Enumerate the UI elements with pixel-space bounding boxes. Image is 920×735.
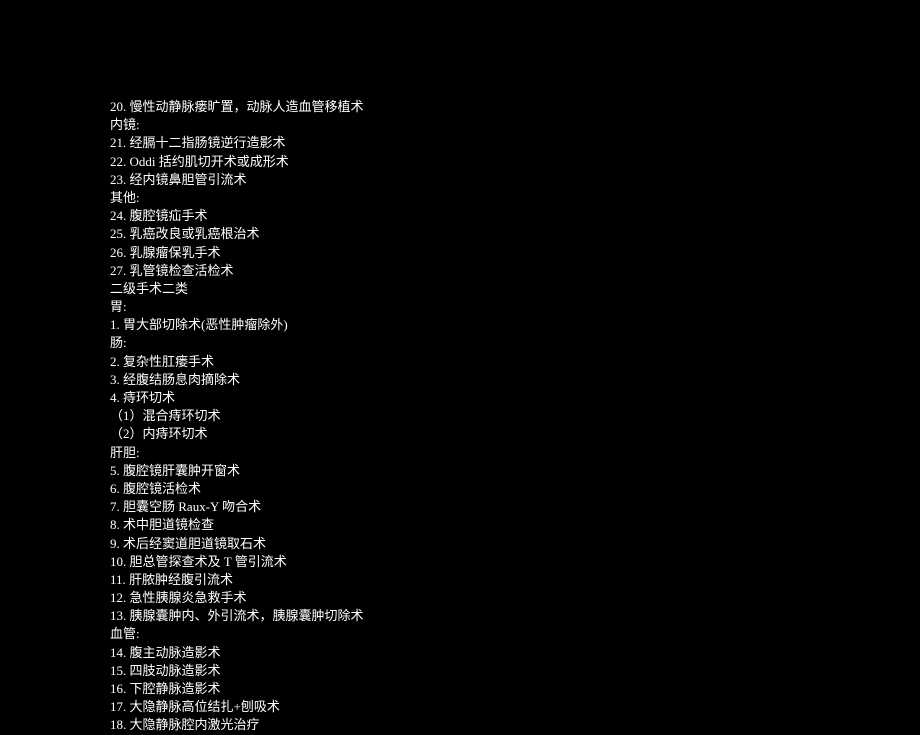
text-line: 11. 肝脓肿经腹引流术 bbox=[110, 571, 920, 589]
text-line: 肠: bbox=[110, 334, 920, 352]
text-line: （1）混合痔环切术 bbox=[110, 407, 920, 425]
text-line: 16. 下腔静脉造影术 bbox=[110, 680, 920, 698]
text-line: 23. 经内镜鼻胆管引流术 bbox=[110, 171, 920, 189]
text-line: 10. 胆总管探查术及 T 管引流术 bbox=[110, 553, 920, 571]
text-line: 胃: bbox=[110, 298, 920, 316]
text-line: 1. 胃大部切除术(恶性肿瘤除外) bbox=[110, 316, 920, 334]
text-line: 7. 胆囊空肠 Raux-Y 吻合术 bbox=[110, 498, 920, 516]
text-line: 21. 经膈十二指肠镜逆行造影术 bbox=[110, 134, 920, 152]
text-line: （2）内痔环切术 bbox=[110, 425, 920, 443]
text-line: 肝胆: bbox=[110, 444, 920, 462]
text-line: 4. 痔环切术 bbox=[110, 389, 920, 407]
text-line: 5. 腹腔镜肝囊肿开窗术 bbox=[110, 462, 920, 480]
text-line: 内镜: bbox=[110, 116, 920, 134]
text-line: 3. 经腹结肠息肉摘除术 bbox=[110, 371, 920, 389]
text-line: 17. 大隐静脉高位结扎+刨吸术 bbox=[110, 698, 920, 716]
text-line: 18. 大隐静脉腔内激光治疗 bbox=[110, 716, 920, 734]
text-line: 13. 胰腺囊肿内、外引流术，胰腺囊肿切除术 bbox=[110, 607, 920, 625]
text-line: 24. 腹腔镜疝手术 bbox=[110, 207, 920, 225]
text-line: 6. 腹腔镜活检术 bbox=[110, 480, 920, 498]
text-line: 27. 乳管镜检查活检术 bbox=[110, 262, 920, 280]
text-line: 25. 乳癌改良或乳癌根治术 bbox=[110, 225, 920, 243]
text-line: 22. Oddi 括约肌切开术或成形术 bbox=[110, 153, 920, 171]
text-line: 8. 术中胆道镜检查 bbox=[110, 516, 920, 534]
text-line: 20. 慢性动静脉瘘旷置，动脉人造血管移植术 bbox=[110, 98, 920, 116]
text-line: 二级手术二类 bbox=[110, 280, 920, 298]
text-line: 26. 乳腺瘤保乳手术 bbox=[110, 244, 920, 262]
text-line: 14. 腹主动脉造影术 bbox=[110, 644, 920, 662]
document-text-list: 20. 慢性动静脉瘘旷置，动脉人造血管移植术内镜:21. 经膈十二指肠镜逆行造影… bbox=[110, 98, 920, 735]
text-line: 12. 急性胰腺炎急救手术 bbox=[110, 589, 920, 607]
text-line: 血管: bbox=[110, 625, 920, 643]
text-line: 9. 术后经窦道胆道镜取石术 bbox=[110, 535, 920, 553]
text-line: 15. 四肢动脉造影术 bbox=[110, 662, 920, 680]
text-line: 2. 复杂性肛瘘手术 bbox=[110, 353, 920, 371]
text-line: 其他: bbox=[110, 189, 920, 207]
